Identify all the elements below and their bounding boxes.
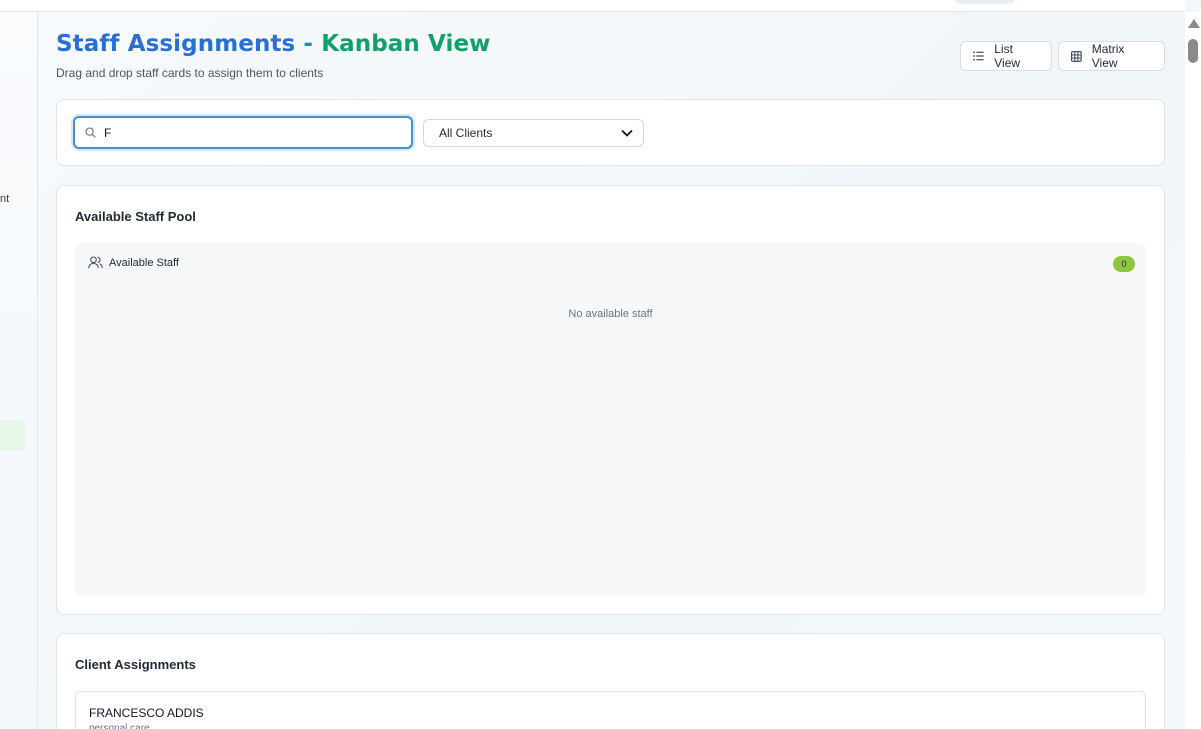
top-bar-pill[interactable] bbox=[955, 0, 1015, 4]
client-name: FRANCESCO ADDIS bbox=[89, 706, 204, 720]
available-staff-pool: Available Staff Pool Available Staff 0 N… bbox=[56, 185, 1165, 615]
list-view-button[interactable]: List View bbox=[960, 41, 1052, 71]
filter-panel: All Clients bbox=[56, 99, 1165, 166]
available-staff-header: Available Staff bbox=[88, 256, 179, 269]
grid-icon bbox=[1071, 50, 1082, 62]
client-assignments-panel: Client Assignments FRANCESCO ADDIS perso… bbox=[56, 633, 1165, 729]
scroll-up-arrow-icon[interactable] bbox=[1188, 19, 1200, 28]
staff-count-badge: 0 bbox=[1113, 256, 1135, 272]
matrix-view-label: Matrix View bbox=[1091, 42, 1125, 70]
page-title-view: Kanban View bbox=[321, 31, 491, 57]
client-assignments-heading: Client Assignments bbox=[75, 657, 196, 672]
search-field[interactable] bbox=[73, 116, 413, 149]
page-title-primary: Staff Assignments bbox=[56, 31, 296, 57]
empty-staff-message: No available staff bbox=[568, 308, 653, 320]
list-view-label: List View bbox=[994, 42, 1021, 70]
staff-pool-heading: Available Staff Pool bbox=[75, 209, 196, 224]
available-staff-dropzone[interactable]: Available Staff 0 No available staff bbox=[75, 243, 1146, 596]
client-filter-select[interactable]: All Clients bbox=[423, 119, 644, 147]
search-icon bbox=[85, 127, 96, 138]
sidebar: nt bbox=[0, 12, 38, 729]
chevron-down-icon bbox=[621, 129, 633, 137]
scroll-thumb[interactable] bbox=[1188, 39, 1198, 63]
page-title: Staff Assignments - Kanban View bbox=[56, 31, 491, 57]
client-service-type: personal care bbox=[89, 723, 150, 729]
matrix-view-button[interactable]: Matrix View bbox=[1058, 41, 1165, 71]
page-subtitle: Drag and drop staff cards to assign them… bbox=[56, 66, 324, 80]
client-card[interactable]: FRANCESCO ADDIS personal care bbox=[75, 691, 1146, 729]
available-staff-title: Available Staff bbox=[109, 256, 179, 269]
page-title-separator: - bbox=[295, 31, 322, 57]
vertical-scrollbar[interactable] bbox=[1185, 12, 1201, 729]
sidebar-active-item[interactable] bbox=[0, 420, 25, 451]
search-input[interactable] bbox=[104, 125, 394, 140]
sidebar-item-label[interactable]: nt bbox=[0, 193, 9, 205]
client-filter-value: All Clients bbox=[439, 126, 493, 140]
top-bar bbox=[0, 0, 1185, 12]
list-icon bbox=[973, 51, 984, 61]
users-icon bbox=[88, 256, 103, 269]
main-content: Staff Assignments - Kanban View Drag and… bbox=[39, 12, 1185, 729]
